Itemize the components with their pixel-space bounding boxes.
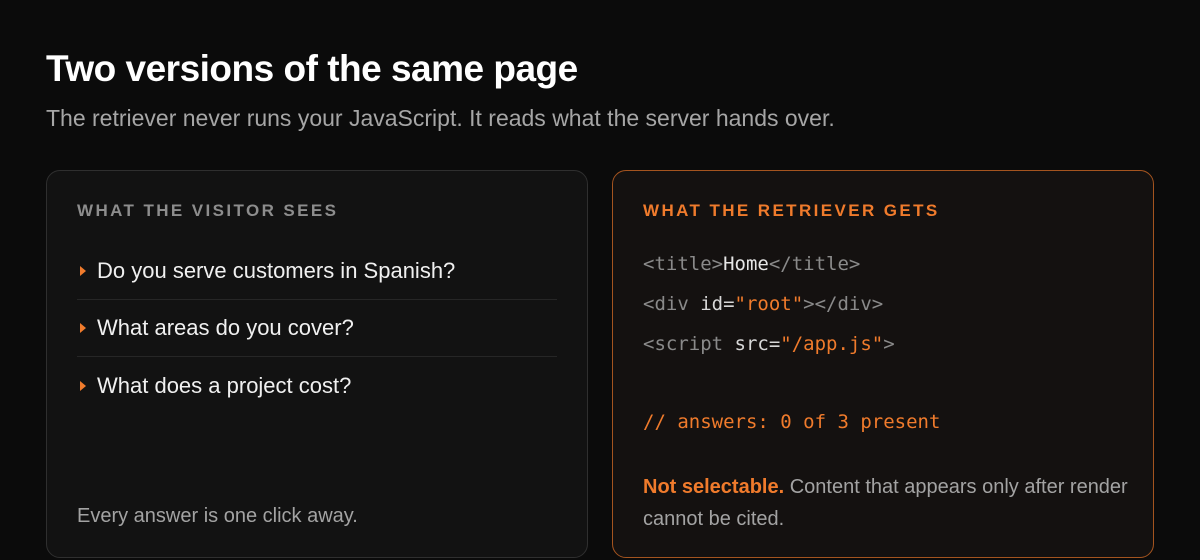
code-tag: <title>	[643, 253, 724, 275]
code-tag: >	[883, 333, 895, 355]
retriever-note: Not selectable. Content that appears onl…	[643, 471, 1133, 535]
faq-item-spanish[interactable]: Do you serve customers in Spanish?	[77, 243, 557, 300]
answers-count-comment: // answers: 0 of 3 present	[643, 411, 941, 433]
faq-question: What does a project cost?	[97, 372, 352, 398]
code-string: "root"	[734, 293, 804, 315]
retriever-view-card: WHAT THE RETRIEVER GETS <title>Home</tit…	[612, 170, 1154, 558]
page-title: Two versions of the same page	[46, 48, 578, 89]
page-subtitle: The retriever never runs your JavaScript…	[46, 105, 835, 131]
code-tag: ></div>	[803, 293, 884, 315]
note-emphasis: Not selectable.	[643, 476, 785, 498]
faq-question: What areas do you cover?	[97, 315, 354, 340]
visitor-card-label: WHAT THE VISITOR SEES	[77, 201, 339, 220]
caret-right-icon	[80, 323, 86, 333]
faq-list: Do you serve customers in Spanish? What …	[77, 243, 557, 414]
faq-question: Do you serve customers in Spanish?	[97, 258, 456, 283]
caret-right-icon	[80, 380, 86, 391]
code-tag: </title>	[768, 253, 861, 275]
code-tag: <div	[643, 293, 701, 315]
code-text: Home	[723, 253, 769, 275]
code-string: "/app.js"	[780, 333, 884, 355]
code-line-div: <div id="root"></div>	[643, 289, 895, 329]
code-line-title: <title>Home</title>	[643, 249, 895, 289]
code-attr: src=	[734, 333, 781, 355]
faq-item-cost[interactable]: What does a project cost?	[77, 357, 557, 414]
code-tag: <script	[643, 333, 735, 355]
faq-item-areas[interactable]: What areas do you cover?	[77, 300, 557, 357]
retriever-card-label: WHAT THE RETRIEVER GETS	[643, 201, 940, 220]
visitor-view-card: WHAT THE VISITOR SEES Do you serve custo…	[46, 170, 588, 558]
caret-right-icon	[80, 266, 86, 276]
code-line-script: <script src="/app.js">	[643, 329, 895, 369]
visitor-card-footer: Every answer is one click away.	[77, 505, 358, 527]
code-attr: id=	[700, 293, 735, 315]
raw-html-code: <title>Home</title> <div id="root"></div…	[643, 249, 895, 369]
